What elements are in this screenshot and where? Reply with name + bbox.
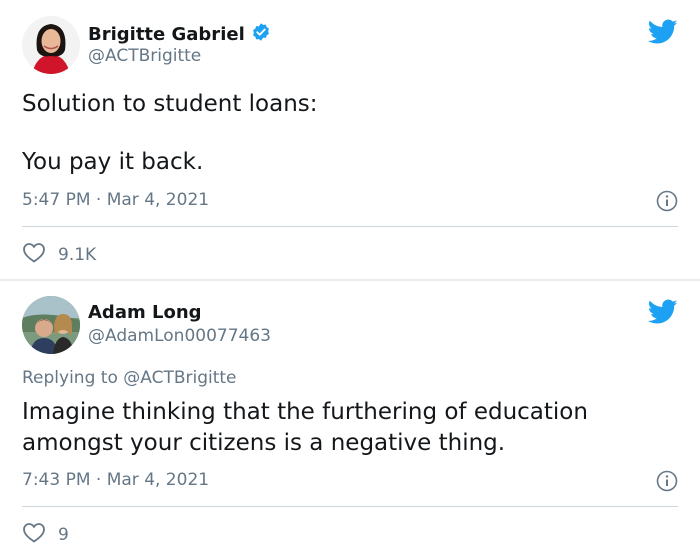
tweet-timestamp[interactable]: 7:43 PM · Mar 4, 2021: [22, 470, 209, 490]
tweet-text-line-2: You pay it back.: [22, 149, 204, 175]
display-name[interactable]: Adam Long: [88, 302, 202, 323]
verified-badge-icon: [251, 22, 271, 47]
tweet-card[interactable]: Brigitte Gabriel @ACTBrigitte Solution t…: [0, 0, 700, 279]
display-name-text[interactable]: Adam Long: [88, 302, 202, 323]
tweet-text-line-1: Solution to student loans:: [22, 91, 318, 117]
divider: [22, 506, 678, 507]
info-icon[interactable]: [656, 470, 678, 492]
twitter-bird-icon[interactable]: [647, 19, 678, 45]
replying-to-mention[interactable]: @ACTBrigitte: [123, 368, 236, 388]
replying-to-prefix: Replying to: [22, 368, 124, 388]
display-name[interactable]: Brigitte Gabriel: [88, 22, 271, 47]
avatar[interactable]: [22, 296, 80, 354]
divider: [22, 226, 678, 227]
like-count: 9.1K: [58, 244, 97, 265]
tweet-text-line-1: Imagine thinking that the furthering of …: [22, 399, 588, 425]
replying-to: Replying to @ACTBrigitte: [22, 368, 237, 388]
twitter-bird-icon[interactable]: [647, 299, 678, 325]
tweet-card[interactable]: Adam Long @AdamLon00077463 Replying to @…: [0, 281, 700, 560]
heart-icon[interactable]: [22, 521, 46, 548]
like-button[interactable]: 9: [22, 521, 69, 548]
info-icon[interactable]: [656, 190, 678, 212]
heart-icon[interactable]: [22, 241, 46, 268]
display-name-text[interactable]: Brigitte Gabriel: [88, 24, 245, 45]
tweet-timestamp[interactable]: 5:47 PM · Mar 4, 2021: [22, 190, 209, 210]
user-handle[interactable]: @AdamLon00077463: [88, 326, 271, 346]
like-count: 9: [58, 524, 69, 545]
user-handle[interactable]: @ACTBrigitte: [88, 46, 201, 66]
tweet-text-line-2: amongst your citizens is a negative thin…: [22, 430, 506, 456]
avatar[interactable]: [22, 16, 80, 74]
like-button[interactable]: 9.1K: [22, 241, 96, 268]
